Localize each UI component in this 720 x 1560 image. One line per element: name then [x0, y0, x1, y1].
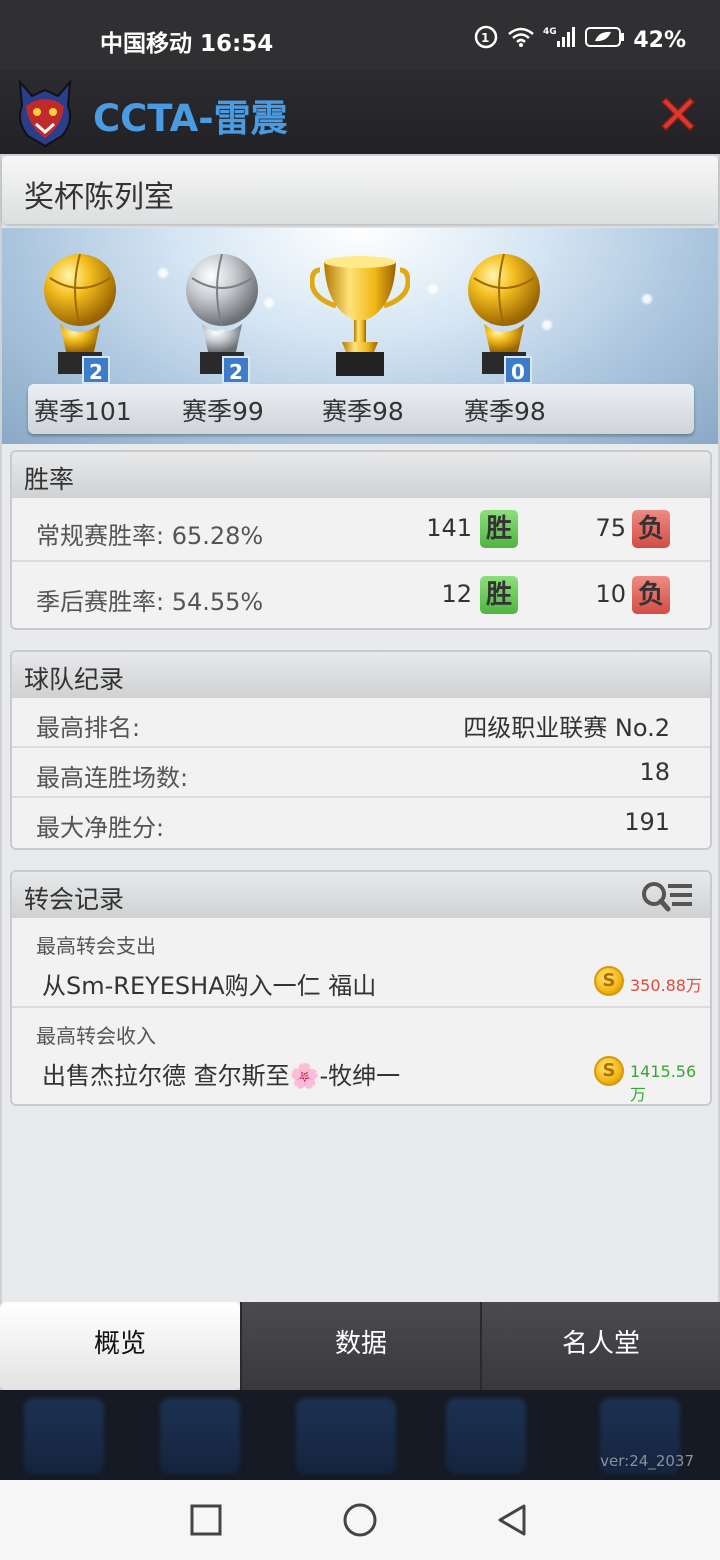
income-label: 最高转会收入: [36, 1024, 156, 1048]
record-label: 最大净胜分:: [36, 814, 165, 842]
record-value: 18: [639, 758, 670, 786]
income-description: 出售杰拉尔德 查尔斯至🌸-牧绅一: [42, 1062, 401, 1090]
record-row: 最高连胜场数: 18: [12, 748, 710, 798]
spend-amount: 350.88万: [630, 976, 702, 995]
status-bar: 中国移动 16:54 1 4G 42%: [0, 0, 720, 70]
hd-call-icon: 1: [473, 24, 499, 56]
trophy-3[interactable]: [309, 248, 414, 386]
app-header: CCTA-雷震: [0, 70, 720, 154]
win-tag: 胜: [480, 576, 518, 614]
trophy-banner: 2 2 0 赛季101 赛季99 赛季98 赛季98: [2, 228, 718, 444]
card-title: 球队纪录: [24, 665, 125, 694]
version-label: ver:24_2037: [600, 1452, 694, 1470]
gold-cup-trophy-icon: [309, 256, 411, 376]
season-label: 赛季101: [34, 397, 132, 426]
season-label-bar: 赛季101 赛季99 赛季98 赛季98: [28, 384, 694, 434]
gold-ball-trophy-icon: [44, 253, 116, 374]
record-value: 四级职业联赛 No.2: [463, 714, 670, 742]
regular-losses: 75: [595, 514, 626, 542]
coin-icon: S: [594, 966, 624, 996]
card-title: 转会记录: [24, 885, 125, 914]
trophy-1[interactable]: [30, 248, 130, 386]
team-logo-icon: [12, 76, 78, 148]
record-label: 最高连胜场数:: [36, 764, 189, 792]
tab-hall-of-fame[interactable]: 名人堂: [480, 1302, 720, 1390]
playoff-row: 季后赛胜率: 54.55% 12 胜 10 负: [12, 562, 710, 628]
playoff-losses: 10: [595, 580, 626, 608]
win-tag: 胜: [480, 510, 518, 548]
transfer-spend-row: 最高转会支出 从Sm-REYESHA购入一仁 福山 S 350.88万: [12, 918, 710, 1008]
season-label: 赛季99: [182, 397, 264, 426]
win-rate-card: 胜率 常规赛胜率: 65.28% 141 胜 75 负 季后赛胜率: 54.55…: [10, 450, 712, 630]
record-label: 最高排名:: [36, 714, 141, 742]
record-value: 191: [624, 808, 670, 836]
tab-overview[interactable]: 概览: [0, 1302, 240, 1390]
record-row: 最高排名: 四级职业联赛 No.2: [12, 698, 710, 748]
menu-finance-icon: [160, 1398, 240, 1474]
transfer-record-card: 转会记录 最高转会支出 从Sm-REYESHA购入一仁 福山 S 350.88万…: [10, 870, 712, 1106]
spend-description: 从Sm-REYESHA购入一仁 福山: [42, 972, 377, 1000]
signal-icon: 4G: [543, 25, 577, 55]
card-title: 胜率: [24, 465, 75, 494]
card-header: 胜率: [12, 452, 710, 498]
svg-text:1: 1: [481, 31, 489, 45]
tab-data[interactable]: 数据: [240, 1302, 480, 1390]
stadium-light: [642, 294, 652, 304]
home-button[interactable]: [340, 1500, 380, 1540]
regular-win-rate-label: 常规赛胜率: 65.28%: [36, 522, 264, 550]
loss-tag: 负: [632, 576, 670, 614]
record-row: 最大净胜分: 191: [12, 798, 710, 848]
recents-button[interactable]: [186, 1500, 226, 1540]
status-icons: 1 4G 42%: [473, 24, 686, 56]
bottom-tabs: 概览 数据 名人堂: [0, 1302, 720, 1390]
carrier-time: 中国移动 16:54: [100, 31, 274, 57]
battery-icon: [585, 26, 625, 54]
panel-title: 奖杯陈列室: [24, 180, 174, 215]
search-list-icon: [642, 882, 692, 912]
transfer-list-button[interactable]: [640, 878, 694, 914]
playoff-win-rate-label: 季后赛胜率: 54.55%: [36, 588, 264, 616]
trophy-count-badge: 2: [222, 356, 250, 384]
team-record-card: 球队纪录 最高排名: 四级职业联赛 No.2 最高连胜场数: 18 最大净胜分:…: [10, 650, 712, 850]
svg-text:4G: 4G: [543, 27, 557, 37]
trophy-count-badge: 0: [504, 356, 532, 384]
card-header: 球队纪录: [12, 652, 710, 698]
card-header: 转会记录: [12, 872, 710, 918]
close-button[interactable]: [656, 92, 700, 136]
playoff-wins: 12: [441, 580, 472, 608]
back-button[interactable]: [492, 1500, 532, 1540]
loss-tag: 负: [632, 510, 670, 548]
regular-season-row: 常规赛胜率: 65.28% 141 胜 75 负: [12, 498, 710, 562]
season-label: 赛季98: [464, 397, 546, 426]
transfer-income-row: 最高转会收入 出售杰拉尔德 查尔斯至🌸-牧绅一 S 1415.56万: [12, 1008, 710, 1104]
back-triangle-icon: [498, 1504, 526, 1536]
game-menu-bar: ver:24_2037: [0, 1390, 720, 1480]
trophy-room-panel: 奖杯陈列室 2 2 0 赛季101 赛季99 赛季98 赛季98 胜率 常规赛胜…: [0, 154, 720, 1390]
income-amount: 1415.56万: [630, 1062, 697, 1104]
coin-icon: S: [594, 1056, 624, 1086]
wifi-icon: [507, 26, 535, 54]
system-nav-bar: [0, 1480, 720, 1560]
season-label: 赛季98: [322, 397, 404, 426]
regular-wins: 141: [426, 514, 472, 542]
stadium-light: [158, 268, 168, 278]
battery-percent: 42%: [633, 27, 686, 53]
circle-icon: [343, 1503, 377, 1537]
trophy-count-badge: 2: [82, 356, 110, 384]
square-icon: [190, 1504, 222, 1536]
spend-label: 最高转会支出: [36, 934, 156, 958]
stadium-light: [428, 284, 438, 294]
menu-league-icon: [296, 1398, 396, 1474]
menu-trophy-icon: [24, 1398, 104, 1474]
app-title: CCTA-雷震: [93, 97, 288, 140]
menu-shop-icon: [446, 1398, 526, 1474]
panel-title-bar: 奖杯陈列室: [2, 156, 718, 224]
close-icon: [660, 96, 696, 132]
